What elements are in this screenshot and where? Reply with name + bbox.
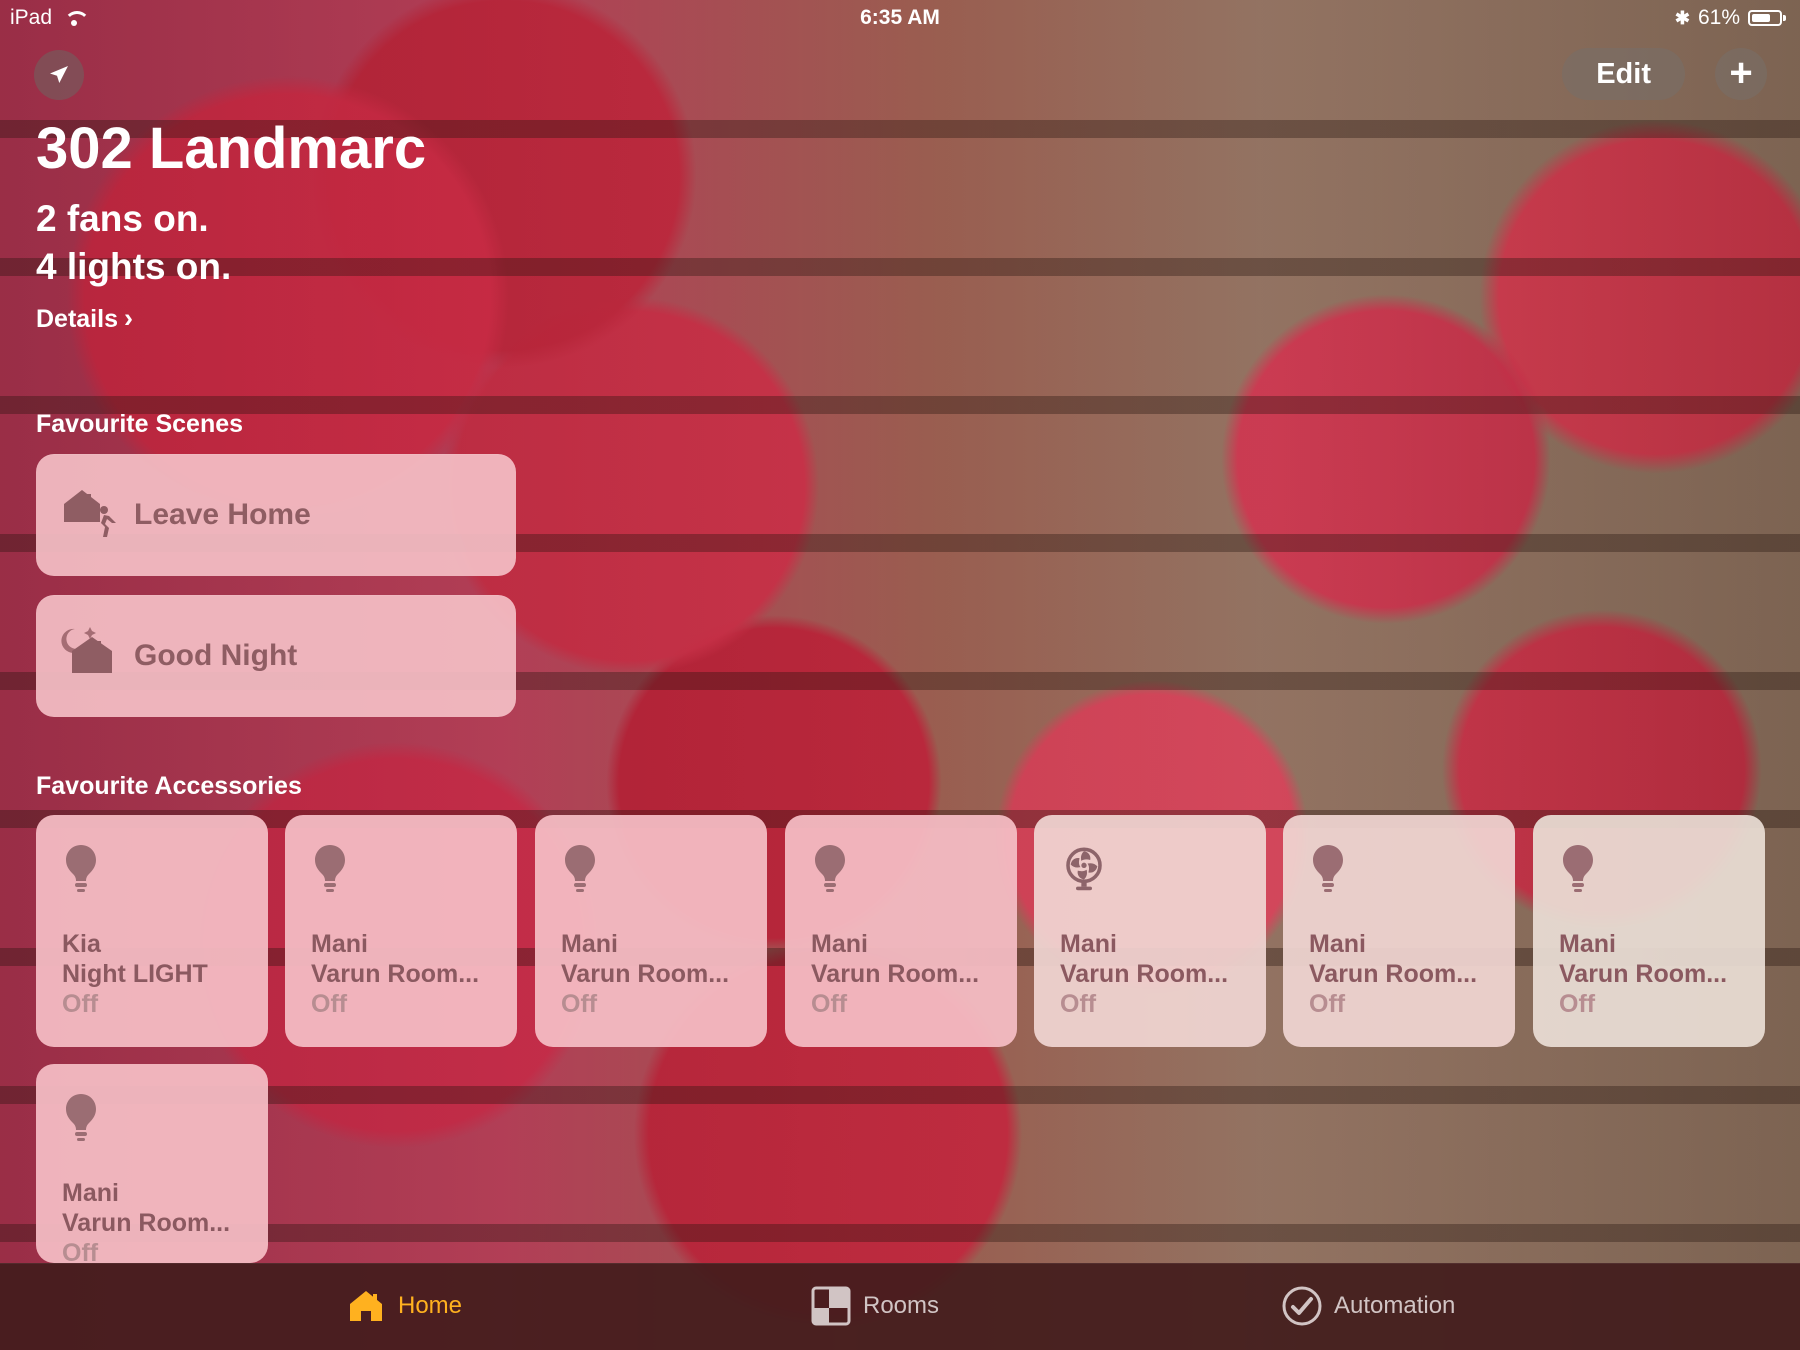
rooms-tab-icon [811, 1286, 851, 1326]
bulb-icon [815, 845, 845, 892]
scene-card-leave-home[interactable]: Leave Home [36, 454, 516, 576]
bulb-icon [1313, 845, 1343, 892]
bulb-icon [66, 845, 96, 892]
tab-rooms[interactable]: Rooms [809, 1284, 939, 1328]
accessory-status: Off [62, 990, 99, 1018]
tab-home-label: Home [398, 1292, 463, 1319]
accessory-line2: Varun Room... [311, 960, 480, 988]
bulb-icon [1563, 845, 1593, 892]
tab-bar: Home Rooms Automation [0, 1263, 1800, 1350]
accessory-card-7[interactable]: Mani Varun Room... Off [1533, 815, 1765, 1047]
scene-label-good-night: Good Night [134, 639, 298, 672]
bulb-icon [315, 845, 345, 892]
accessory-status: Off [62, 1239, 99, 1263]
accessory-status: Off [1559, 990, 1596, 1018]
accessory-status: Off [1309, 990, 1346, 1018]
fans-summary: 2 fans on. [36, 197, 209, 239]
battery-percentage: 61% [1697, 6, 1740, 29]
accessory-card-8[interactable]: Mani Varun Room... Off [36, 1064, 268, 1263]
leave-home-icon [64, 490, 116, 537]
scene-card-good-night[interactable]: Good Night [36, 595, 516, 717]
tab-automation[interactable]: Automation [1280, 1284, 1455, 1328]
accessory-line2: Varun Room... [1060, 960, 1229, 988]
tab-rooms-label: Rooms [863, 1292, 940, 1319]
favourite-accessories-title: Favourite Accessories [36, 772, 302, 800]
status-left: iPad [10, 0, 91, 36]
lights-summary: 4 lights on. [36, 245, 232, 287]
good-night-icon [61, 627, 112, 673]
accessory-card-3[interactable]: Mani Varun Room... Off [535, 815, 767, 1047]
accessory-line2: Varun Room... [811, 960, 980, 988]
scene-label-leave-home: Leave Home [134, 498, 311, 531]
accessory-card-6[interactable]: Mani Varun Room... Off [1283, 815, 1515, 1047]
automation-tab-icon [1282, 1286, 1322, 1326]
accessory-card-1[interactable]: Kia Night LIGHT Off [36, 815, 268, 1047]
accessory-status: Off [811, 990, 848, 1018]
accessory-line2: Varun Room... [1559, 960, 1728, 988]
chevron-right-icon: › [123, 302, 133, 333]
accessory-status: Off [561, 990, 598, 1018]
tab-automation-label: Automation [1334, 1292, 1456, 1319]
accessory-card-5[interactable]: Mani Varun Room... Off [1034, 815, 1266, 1047]
accessory-status: Off [1060, 990, 1097, 1018]
accessory-line2: Varun Room... [1309, 960, 1478, 988]
accessory-line2: Varun Room... [62, 1209, 231, 1237]
location-button[interactable] [34, 50, 84, 100]
bulb-icon [66, 1094, 96, 1141]
home-tab-icon [350, 1291, 382, 1321]
accessory-line1: Mani [1060, 930, 1117, 958]
add-button[interactable]: + [1715, 48, 1767, 100]
details-link[interactable]: Details › [36, 302, 133, 334]
status-time: 6:35 AM [860, 6, 940, 29]
accessory-line1: Mani [62, 1179, 119, 1207]
accessory-card-2[interactable]: Mani Varun Room... Off [285, 815, 517, 1047]
home-summary: 302 Landmarc 2 fans on. 4 lights on. Det… [36, 116, 736, 334]
device-label: iPad [10, 6, 53, 29]
accessory-line1: Mani [1559, 930, 1616, 958]
fan-icon [1066, 847, 1102, 891]
battery-icon [1748, 10, 1786, 26]
details-label: Details [36, 304, 118, 333]
accessory-line2: Varun Room... [561, 960, 730, 988]
accessory-line2: Night LIGHT [62, 960, 208, 988]
favourite-scenes-title: Favourite Scenes [36, 410, 244, 438]
accessory-status: Off [311, 990, 348, 1018]
home-title: 302 Landmarc [36, 116, 427, 181]
tab-home[interactable]: Home [344, 1284, 462, 1328]
bluetooth-icon: ✱ [1674, 8, 1690, 28]
wifi-icon [62, 9, 91, 27]
status-right: ✱ 61% [1674, 0, 1786, 36]
accessory-line1: Mani [1309, 930, 1366, 958]
status-bar: iPad 6:35 AM ✱ 61% [0, 0, 1800, 36]
edit-button[interactable]: Edit [1562, 48, 1685, 100]
bulb-icon [565, 845, 595, 892]
plus-icon: + [1729, 50, 1753, 95]
accessory-line1: Mani [561, 930, 618, 958]
location-arrow-icon [50, 66, 68, 83]
accessory-line1: Mani [311, 930, 368, 958]
accessory-line1: Kia [62, 930, 101, 958]
accessory-line1: Mani [811, 930, 868, 958]
accessory-card-4[interactable]: Mani Varun Room... Off [785, 815, 1017, 1047]
